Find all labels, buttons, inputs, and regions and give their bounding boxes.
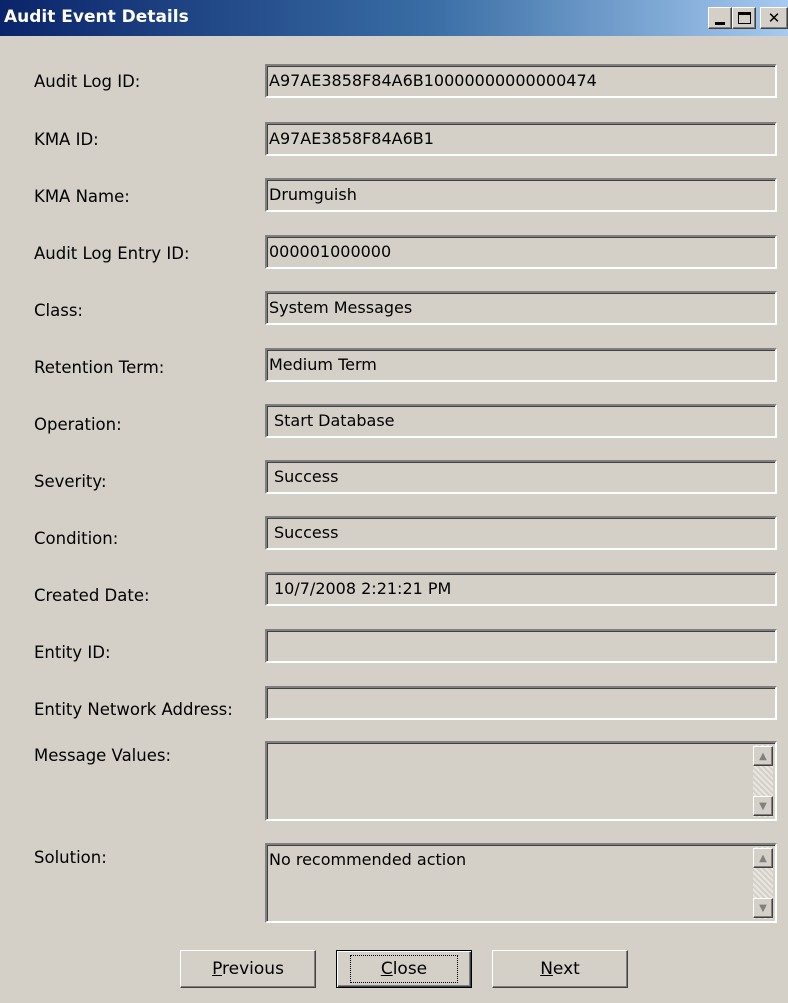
audit-log-entry-id-label: Audit Log Entry ID: [34, 244, 190, 263]
scroll-up-button[interactable]: ▲ [753, 848, 773, 868]
severity-label: Severity: [34, 472, 107, 491]
scroll-up-icon: ▲ [759, 750, 767, 762]
maximize-button[interactable] [732, 7, 756, 29]
entity-id-label: Entity ID: [34, 643, 111, 662]
class-field[interactable]: System Messages [265, 291, 777, 325]
scroll-up-button[interactable]: ▲ [753, 746, 773, 766]
scroll-down-button[interactable]: ▼ [753, 898, 773, 918]
scroll-down-icon: ▼ [759, 902, 767, 914]
condition-field[interactable]: Success [265, 516, 777, 550]
solution-field[interactable]: No recommended action ▲ ▼ [265, 843, 777, 923]
retention-term-field[interactable]: Medium Term [265, 348, 777, 382]
close-window-button[interactable]: ✕ [760, 7, 788, 29]
kma-id-label: KMA ID: [34, 130, 99, 149]
message-values-scrollbar[interactable]: ▲ ▼ [753, 745, 773, 817]
created-date-label: Created Date: [34, 586, 150, 605]
minimize-button[interactable] [708, 7, 732, 29]
class-label: Class: [34, 301, 83, 320]
solution-scrollbar[interactable]: ▲ ▼ [753, 847, 773, 919]
previous-button[interactable]: Previous [180, 950, 316, 988]
severity-field[interactable]: Success [265, 460, 777, 494]
audit-log-entry-id-field[interactable]: 000001000000 [265, 235, 777, 269]
scroll-up-icon: ▲ [759, 852, 767, 864]
close-button[interactable]: Close [336, 950, 472, 988]
next-button[interactable]: Next [492, 950, 628, 988]
next-label: Next [540, 959, 580, 979]
retention-term-label: Retention Term: [34, 358, 165, 377]
minimize-icon [715, 21, 725, 25]
entity-network-address-label: Entity Network Address: [34, 700, 233, 719]
kma-name-field[interactable]: Drumguish [265, 178, 777, 212]
solution-label: Solution: [34, 848, 107, 867]
scroll-down-button[interactable]: ▼ [753, 796, 773, 816]
maximize-icon [737, 12, 751, 24]
close-label: Close [349, 955, 459, 983]
audit-log-id-label: Audit Log ID: [34, 72, 141, 91]
entity-id-field[interactable] [265, 629, 777, 663]
operation-label: Operation: [34, 415, 122, 434]
entity-network-address-field[interactable] [265, 686, 777, 720]
window-title: Audit Event Details [4, 7, 189, 27]
condition-label: Condition: [34, 529, 119, 548]
audit-log-id-field[interactable]: A97AE3858F84A6B10000000000000474 [265, 64, 777, 98]
kma-name-label: KMA Name: [34, 187, 130, 206]
message-values-label: Message Values: [34, 746, 172, 765]
kma-id-field[interactable]: A97AE3858F84A6B1 [265, 122, 777, 156]
title-bar[interactable]: Audit Event Details ✕ [0, 0, 788, 36]
created-date-field[interactable]: 10/7/2008 2:21:21 PM [265, 572, 777, 606]
close-icon: ✕ [767, 8, 781, 27]
message-values-field[interactable]: ▲ ▼ [265, 741, 777, 821]
previous-label: Previous [212, 959, 284, 979]
solution-text: No recommended action [269, 850, 467, 869]
scroll-down-icon: ▼ [759, 800, 767, 812]
operation-field[interactable]: Start Database [265, 404, 777, 438]
